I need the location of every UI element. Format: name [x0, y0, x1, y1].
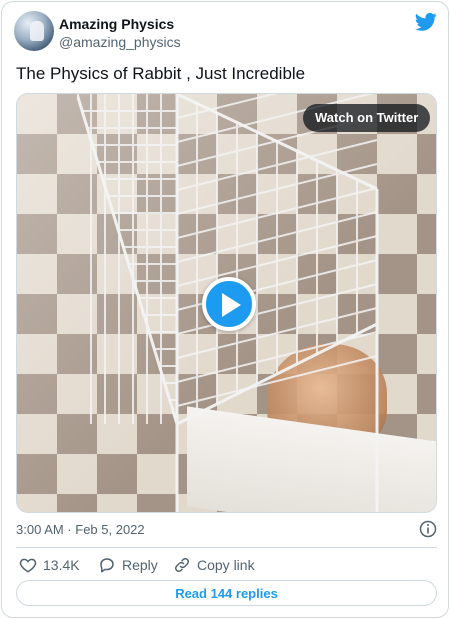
tweet-timestamp[interactable]: 3:00 AM · Feb 5, 2022 — [16, 522, 145, 537]
twitter-bird-icon[interactable] — [415, 12, 437, 32]
author-handle[interactable]: @amazing_physics — [59, 34, 181, 50]
heart-icon — [19, 558, 37, 573]
read-replies-button[interactable]: Read 144 replies — [16, 580, 437, 606]
reply-icon — [100, 558, 114, 573]
reply-button[interactable]: Reply — [98, 554, 158, 576]
avatar-image — [30, 21, 44, 41]
tweet-text: The Physics of Rabbit , Just Incredible — [16, 64, 306, 83]
play-icon — [222, 293, 241, 317]
tweet-card: Amazing Physics @amazing_physics The Phy… — [1, 1, 449, 618]
reply-label: Reply — [122, 557, 158, 573]
avatar[interactable] — [14, 11, 54, 51]
info-icon[interactable] — [419, 520, 437, 538]
divider — [16, 547, 437, 548]
copy-link-label: Copy link — [197, 557, 255, 573]
video-player[interactable]: Watch on Twitter — [16, 93, 437, 513]
copy-link-button[interactable]: Copy link — [173, 554, 255, 576]
play-button[interactable] — [202, 277, 256, 331]
like-count: 13.4K — [43, 557, 80, 573]
author-name[interactable]: Amazing Physics — [59, 16, 174, 32]
link-icon — [174, 557, 190, 573]
watch-on-twitter-button[interactable]: Watch on Twitter — [303, 104, 431, 132]
like-button[interactable]: 13.4K — [19, 554, 80, 576]
